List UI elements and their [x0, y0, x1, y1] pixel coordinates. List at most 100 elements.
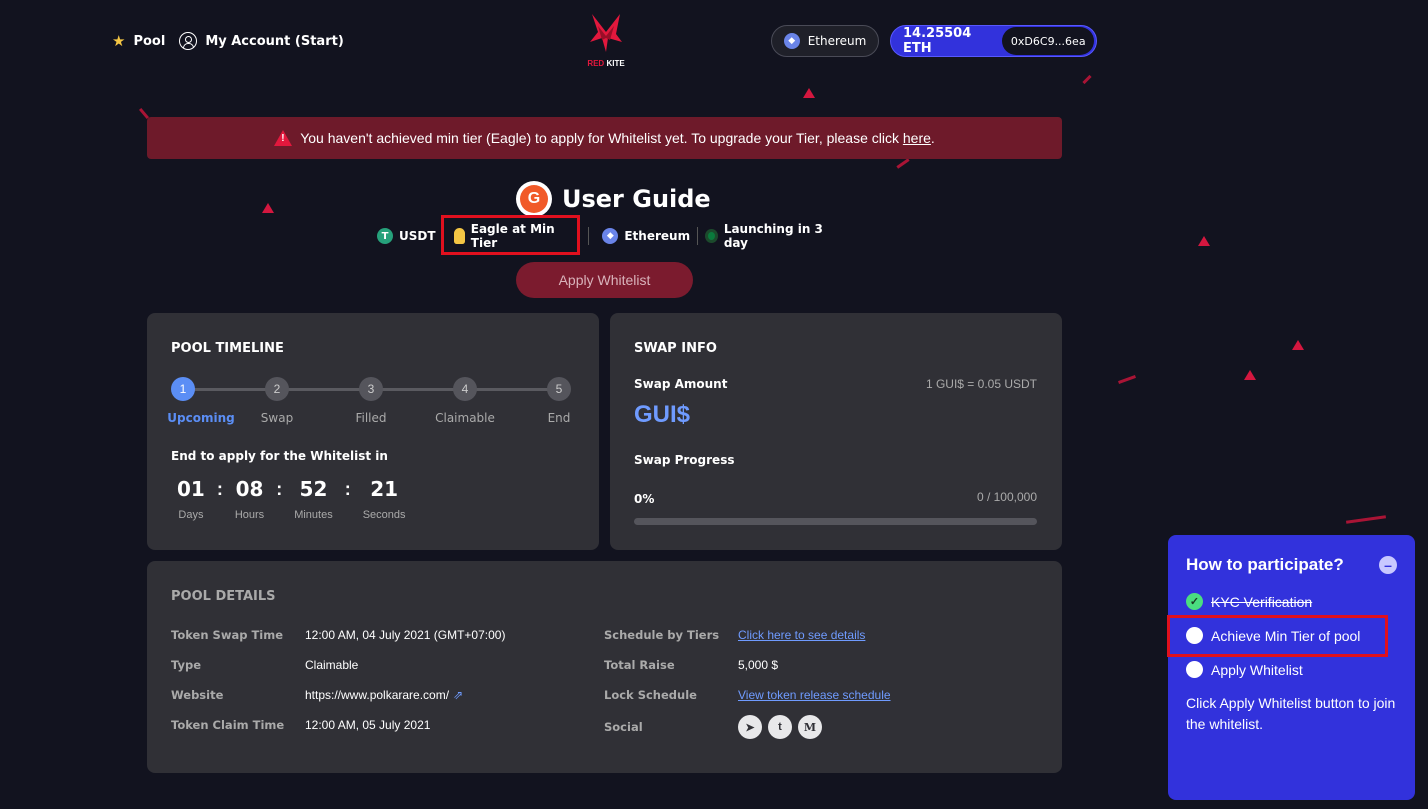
details-title: POOL DETAILS	[171, 589, 276, 604]
swap-amount-label: Swap Amount	[634, 377, 728, 391]
tier-warning-alert: ! You haven't achieved min tier (Eagle) …	[147, 117, 1062, 159]
apply-whitelist-button[interactable]: Apply Whitelist	[516, 262, 693, 298]
decor-triangle	[1292, 340, 1304, 350]
step-3: 3	[359, 377, 383, 401]
detail-label-swap-time: Token Swap Time	[171, 628, 284, 642]
pool-header: G User Guide	[516, 181, 711, 217]
swap-token: GUI$	[634, 401, 691, 428]
decor-shard	[896, 158, 910, 169]
redkite-logo[interactable]: RED KITE	[584, 12, 628, 68]
countdown-hours: 08 Hours	[234, 477, 265, 521]
nav-pool[interactable]: ★ Pool	[112, 32, 165, 50]
logo-wordmark: RED KITE	[587, 59, 625, 68]
detail-value-claim-time: 12:00 AM, 05 July 2021	[305, 718, 431, 732]
nav-pool-label: Pool	[133, 33, 166, 49]
swap-rate: 1 GUI$ = 0.05 USDT	[925, 377, 1037, 391]
detail-label-lock-schedule: Lock Schedule	[604, 688, 697, 702]
detail-label-social: Social	[604, 720, 643, 734]
detail-value-swap-time: 12:00 AM, 04 July 2021 (GMT+07:00)	[305, 628, 506, 642]
check-icon: ✓	[1186, 593, 1203, 610]
social-links: ➤ t M	[738, 715, 828, 739]
pool-logo-glyph: G	[520, 185, 548, 213]
step-2: 2	[265, 377, 289, 401]
tether-icon: T	[377, 228, 393, 244]
alert-upgrade-link[interactable]: here	[903, 130, 931, 146]
pending-circle-icon	[1186, 661, 1203, 678]
decor-triangle	[1198, 236, 1210, 246]
pool-title: User Guide	[562, 185, 711, 213]
ethereum-icon: ◆	[783, 33, 800, 49]
medium-icon[interactable]: M	[798, 715, 822, 739]
countdown-minutes: 52 Minutes	[294, 477, 333, 521]
countdown-seconds: 21 Seconds	[362, 477, 406, 521]
step-label-swap: Swap	[260, 411, 294, 425]
participate-step-apply: Apply Whitelist	[1186, 661, 1303, 678]
top-nav: ★ Pool My Account (Start)	[112, 32, 344, 50]
kite-logo-icon	[590, 14, 622, 52]
star-icon: ★	[112, 32, 126, 50]
participate-title: How to participate?	[1186, 555, 1344, 574]
countdown-separator: :	[276, 479, 283, 499]
nav-account-label: My Account (Start)	[205, 33, 344, 49]
telegram-icon[interactable]: ➤	[738, 715, 762, 739]
timeline-steps: 1 2 3 4 5	[171, 377, 571, 401]
step-5: 5	[547, 377, 571, 401]
collapse-icon[interactable]: –	[1379, 556, 1397, 574]
decor-shard	[1345, 515, 1387, 524]
timeline-title: POOL TIMELINE	[171, 341, 284, 356]
divider	[588, 227, 590, 245]
status-dot-icon	[704, 229, 718, 243]
countdown-separator: :	[344, 479, 351, 499]
detail-label-schedule-tiers: Schedule by Tiers	[604, 628, 720, 642]
step-1: 1	[171, 377, 195, 401]
alert-text: You haven't achieved min tier (Eagle) to…	[300, 130, 899, 146]
detail-label-total-raise: Total Raise	[604, 658, 675, 672]
countdown-label: End to apply for the Whitelist in	[171, 449, 388, 463]
decor-shard	[1118, 375, 1136, 384]
warning-icon: !	[274, 130, 293, 146]
tag-network: ◆ Ethereum	[595, 228, 697, 244]
countdown: 01 Days : 08 Hours : 52 Minutes : 21 Seconds	[177, 477, 406, 521]
detail-label-claim-time: Token Claim Time	[171, 718, 285, 732]
wallet-button[interactable]: 14.25504 ETH 0xD6C9...6ea	[890, 25, 1097, 57]
how-to-participate-panel: How to participate? – ✓ KYC Verification…	[1168, 535, 1415, 800]
tag-currency: T USDT	[370, 228, 443, 244]
swap-percent: 0%	[634, 492, 655, 506]
detail-label-website: Website	[171, 688, 224, 702]
step-label-filled: Filled	[355, 411, 387, 425]
swap-title: SWAP INFO	[634, 341, 717, 356]
swap-progress-bar	[634, 518, 1037, 525]
nav-my-account[interactable]: My Account (Start)	[179, 32, 344, 50]
external-link-icon[interactable]: ⇗	[453, 688, 463, 702]
decor-triangle	[262, 203, 274, 213]
countdown-days: 01 Days	[177, 477, 205, 521]
detail-value-type: Claimable	[305, 658, 359, 672]
highlight-box	[441, 215, 580, 255]
countdown-separator: :	[216, 479, 223, 499]
network-selector[interactable]: ◆ Ethereum	[771, 25, 879, 57]
participate-description: Click Apply Whitelist button to join the…	[1186, 695, 1396, 732]
step-label-claimable: Claimable	[435, 411, 495, 425]
detail-value-website[interactable]: https://www.polkarare.com/	[305, 688, 449, 702]
schedule-tiers-link[interactable]: Click here to see details	[738, 628, 865, 642]
twitter-icon[interactable]: t	[768, 715, 792, 739]
participate-step-kyc: ✓ KYC Verification	[1186, 593, 1312, 610]
pool-details-card: POOL DETAILS Token Swap Time 12:00 AM, 0…	[147, 561, 1062, 773]
tag-launch-status: Launching in 3 day	[698, 222, 840, 250]
decor-triangle	[803, 88, 815, 98]
detail-label-type: Type	[171, 658, 202, 672]
pool-logo: G	[516, 181, 552, 217]
highlight-box	[1167, 615, 1388, 657]
pool-timeline-card: POOL TIMELINE 1 2 3 4 5 Upcoming Swap Fi…	[147, 313, 599, 550]
step-label-upcoming: Upcoming	[167, 411, 235, 425]
swap-info-card: SWAP INFO Swap Amount 1 GUI$ = 0.05 USDT…	[610, 313, 1062, 550]
lock-schedule-link[interactable]: View token release schedule	[738, 688, 891, 702]
wallet-address: 0xD6C9...6ea	[1002, 27, 1094, 55]
swap-progress-label: Swap Progress	[634, 453, 735, 467]
swap-progress-count: 0 / 100,000	[976, 490, 1037, 504]
step-4: 4	[453, 377, 477, 401]
step-label-end: End	[547, 411, 571, 425]
decor-triangle	[1244, 370, 1256, 380]
wallet-balance: 14.25504 ETH	[903, 26, 972, 56]
ethereum-icon: ◆	[602, 228, 619, 244]
